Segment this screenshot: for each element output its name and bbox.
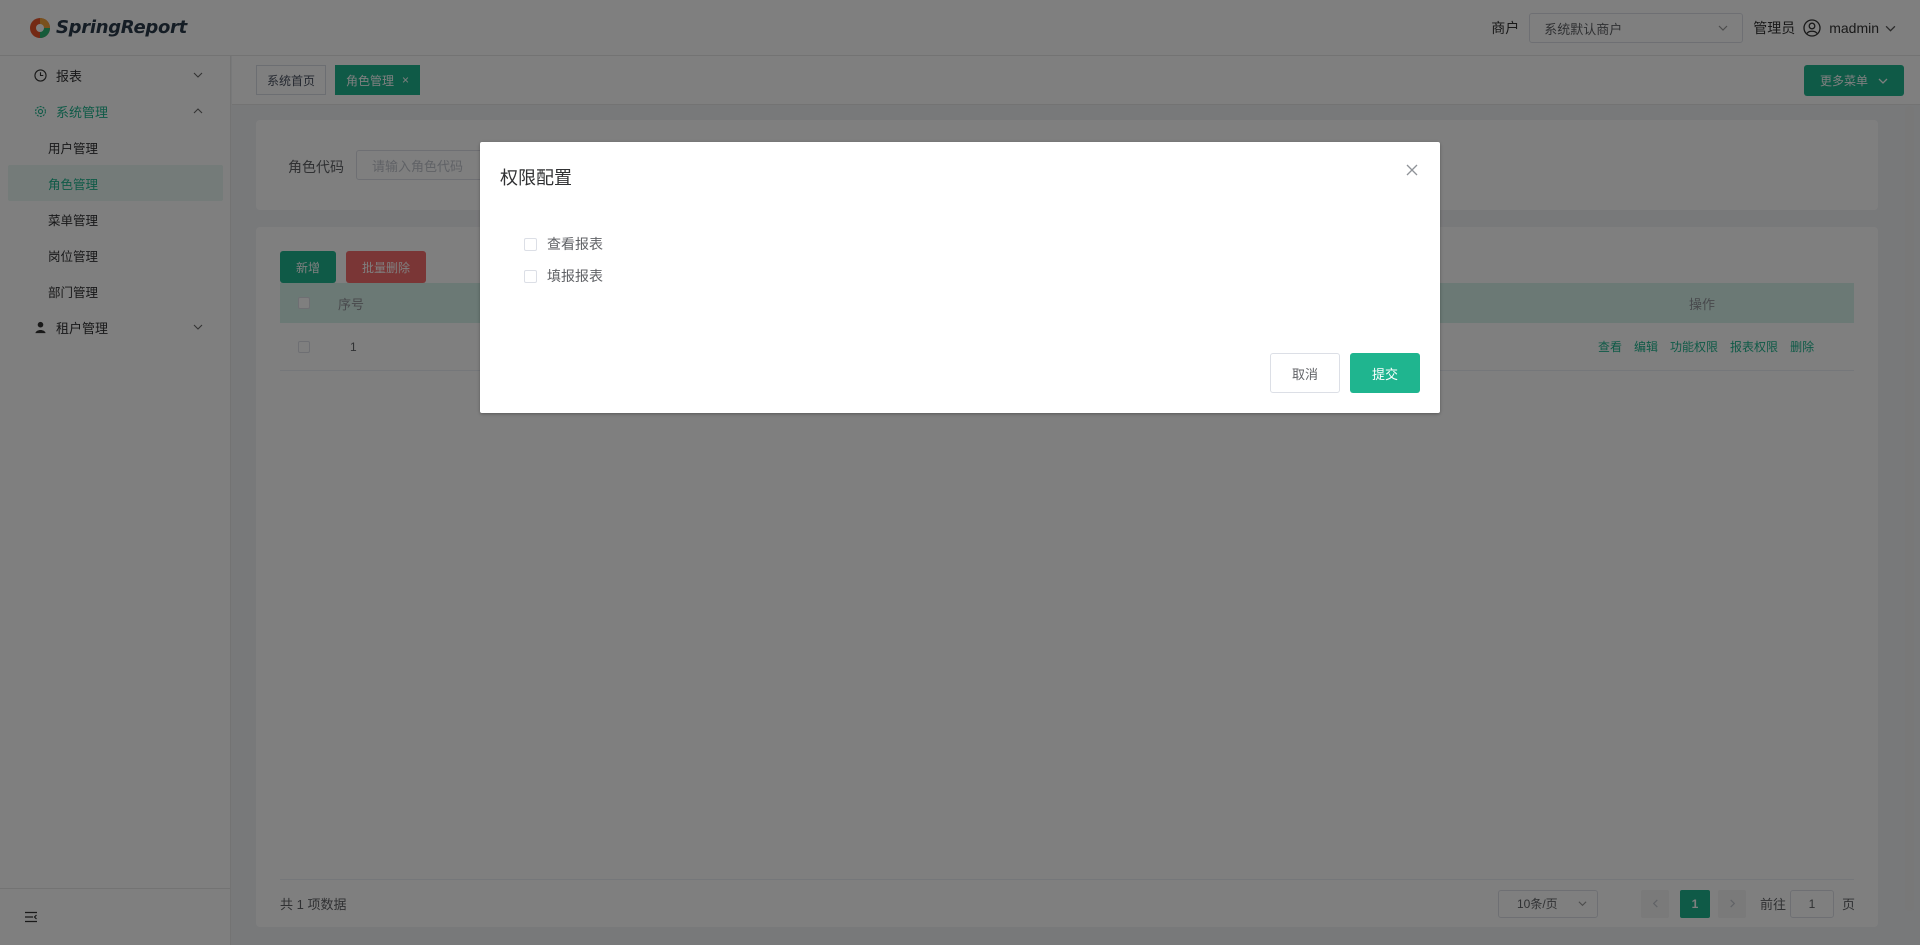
permission-label: 填报报表	[547, 268, 603, 284]
permission-fill-reports[interactable]: 填报报表	[524, 266, 603, 286]
cancel-button[interactable]: 取消	[1270, 353, 1340, 393]
checkbox[interactable]	[524, 269, 537, 283]
permission-label: 查看报表	[547, 236, 603, 252]
checkbox[interactable]	[524, 237, 537, 251]
close-icon[interactable]	[1404, 162, 1420, 178]
submit-button[interactable]: 提交	[1350, 353, 1420, 393]
dialog-title: 权限配置	[500, 168, 572, 188]
permission-view-reports[interactable]: 查看报表	[524, 234, 603, 254]
permission-dialog: 权限配置 查看报表 填报报表 取消 提交	[480, 142, 1440, 413]
